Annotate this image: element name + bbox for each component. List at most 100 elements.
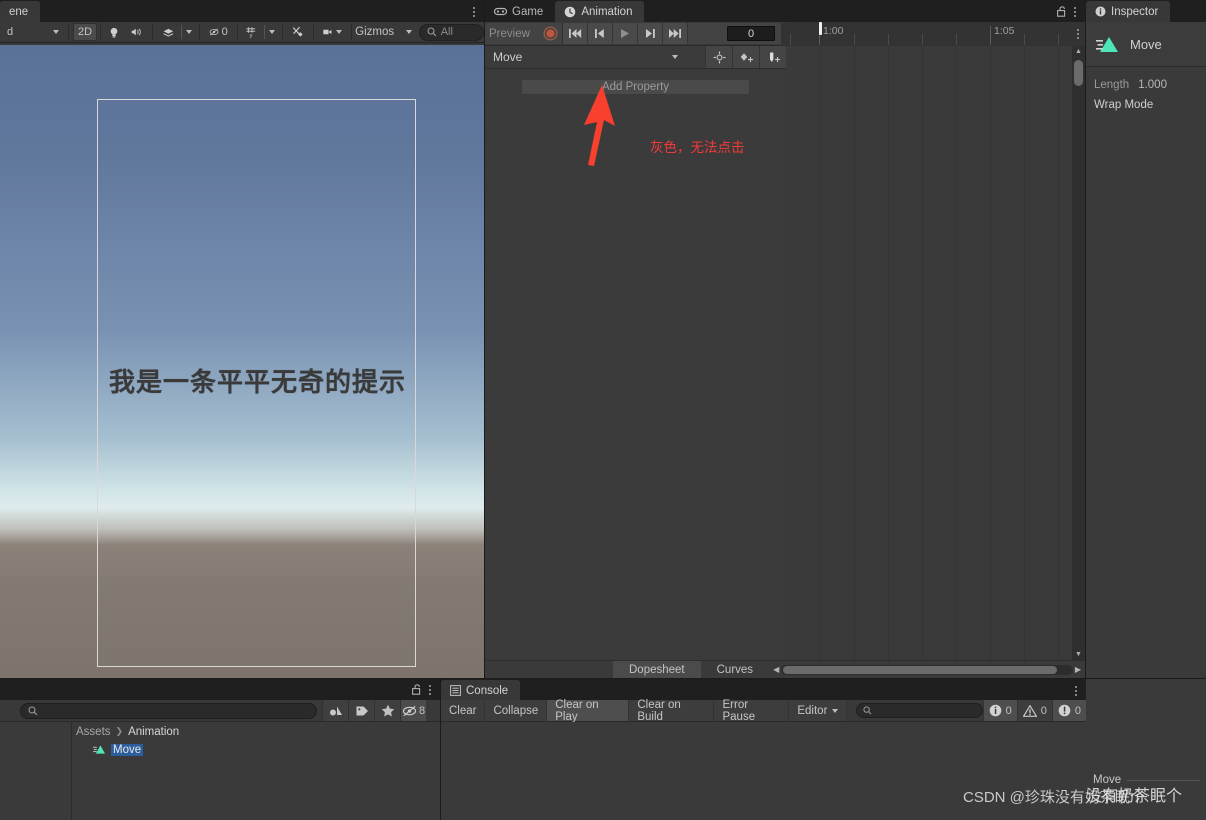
gizmos-button[interactable]: Gizmos <box>355 23 413 41</box>
project-kebab-icon[interactable] <box>428 683 432 697</box>
warning-count: 0 <box>1040 704 1047 717</box>
add-event-button[interactable] <box>759 46 786 68</box>
first-frame-button[interactable] <box>563 23 588 44</box>
console-search-input[interactable] <box>856 703 983 718</box>
hscroll-track[interactable] <box>781 664 1073 675</box>
tab-dopesheet[interactable]: Dopesheet <box>613 661 701 678</box>
lock-open-icon[interactable] <box>1057 6 1066 17</box>
length-row: Length 1.000 <box>1094 79 1198 91</box>
shading-mode-dropdown[interactable]: d <box>0 23 65 41</box>
scroll-left-arrow[interactable]: ◀ <box>773 665 779 674</box>
project-folder-tree[interactable] <box>0 722 72 820</box>
camera-settings-button[interactable] <box>317 23 348 41</box>
project-search-input[interactable] <box>20 702 317 719</box>
filter-by-label-button[interactable] <box>348 700 374 721</box>
breadcrumb-item-animation[interactable]: Animation <box>128 726 179 738</box>
current-frame-input[interactable]: 0 <box>727 26 775 41</box>
lock-open-icon[interactable] <box>412 684 421 695</box>
timeline-label-2: 1:05 <box>994 25 1015 37</box>
add-keyframe-filter-button[interactable] <box>705 46 732 68</box>
clip-name: Move <box>493 50 523 64</box>
scene-search-input[interactable]: All <box>418 23 484 41</box>
breadcrumb-item-assets[interactable]: Assets <box>76 726 111 738</box>
divider <box>67 24 69 40</box>
scroll-right-arrow[interactable]: ▶ <box>1075 665 1081 674</box>
tab-inspector-label: Inspector <box>1111 5 1159 18</box>
hidden-packages-count: 8 <box>418 704 426 717</box>
divider <box>99 24 101 40</box>
scene-tab-right <box>472 1 484 22</box>
tab-game[interactable]: Game <box>485 1 556 22</box>
animation-mode-bar: Dopesheet Curves ◀ ▶ <box>485 660 1085 678</box>
skip-start-icon <box>569 29 582 38</box>
clear-on-play-label: Clear on Play <box>555 698 599 723</box>
grid-snap-button[interactable]: y <box>240 23 264 41</box>
list-item[interactable]: Move <box>73 741 440 758</box>
clear-on-play-button[interactable]: Clear on Play <box>547 698 630 723</box>
hidden-objects-button[interactable]: 0 <box>203 23 234 41</box>
editor-dropdown[interactable]: Editor <box>789 700 848 721</box>
prev-frame-button[interactable] <box>588 23 613 44</box>
hidden-packages-button[interactable]: 8 <box>400 700 426 721</box>
tab-console[interactable]: Console <box>441 680 521 701</box>
play-button[interactable] <box>613 23 638 44</box>
wrap-mode-row[interactable]: Wrap Mode <box>1094 99 1198 111</box>
last-frame-button[interactable] <box>663 23 688 44</box>
animation-kebab-icon[interactable] <box>1073 5 1077 19</box>
watermark-overlay-text: 没有奶茶眠个 <box>1086 788 1183 805</box>
clear-on-build-label: Clear on Build <box>637 698 681 723</box>
lighting-toggle-button[interactable] <box>103 23 125 41</box>
collapse-button[interactable]: Collapse <box>485 700 548 721</box>
divider <box>350 24 352 40</box>
add-keyframe-button[interactable] <box>732 46 759 68</box>
error-count: 0 <box>1074 704 1082 717</box>
console-kebab-icon[interactable] <box>1074 684 1078 698</box>
tab-inspector[interactable]: Inspector <box>1086 1 1171 22</box>
info-icon <box>1095 6 1106 17</box>
timeline-horizontal-scrollbar[interactable]: ◀ ▶ <box>769 664 1085 676</box>
scroll-up-arrow[interactable]: ▲ <box>1072 46 1085 57</box>
scene-tools-button[interactable] <box>286 23 310 41</box>
clear-button[interactable]: Clear <box>441 700 486 721</box>
star-icon <box>381 704 394 717</box>
target-icon <box>713 51 725 63</box>
tab-scene-label: ene <box>9 5 29 18</box>
search-icon <box>28 705 38 715</box>
tab-scene[interactable]: ene <box>0 1 41 22</box>
fx-dropdown[interactable] <box>182 23 196 41</box>
fx-toggle-button[interactable] <box>156 23 181 41</box>
eye-off-icon <box>209 28 218 36</box>
game-view-render[interactable]: 我是一条平平无奇的提示 <box>0 45 484 678</box>
project-asset-list: Assets ❯ Animation Move <box>73 722 440 820</box>
timeline-ruler[interactable]: 1:00 1:05 <box>786 22 1071 46</box>
error-pause-button[interactable]: Error Pause <box>714 699 790 723</box>
project-toolbar: 8 <box>0 700 440 722</box>
chevron-down-icon <box>335 30 342 34</box>
grid-snap-dropdown[interactable] <box>265 23 279 41</box>
error-count-toggle[interactable]: 0 <box>1051 700 1087 721</box>
warning-count-toggle[interactable]: 0 <box>1016 700 1052 721</box>
animation-vertical-scrollbar[interactable]: ▲ ▼ <box>1072 46 1085 660</box>
inspector-asset-header: Move <box>1086 22 1206 67</box>
scene-kebab-icon[interactable] <box>472 5 476 19</box>
hidden-objects-count: 0 <box>221 26 228 38</box>
clip-dropdown[interactable]: Move <box>485 46 685 68</box>
scroll-down-arrow[interactable]: ▼ <box>1072 649 1085 660</box>
favorites-button[interactable] <box>374 700 400 721</box>
tab-animation[interactable]: Animation <box>555 1 645 22</box>
record-button[interactable] <box>538 23 563 44</box>
animation-panel: Game Animation Preview 0 Move Add Proper… <box>485 0 1085 678</box>
log-count-toggle[interactable]: 0 <box>982 700 1017 721</box>
audio-toggle-button[interactable] <box>125 23 149 41</box>
vscroll-thumb[interactable] <box>1074 60 1083 86</box>
clear-on-build-button[interactable]: Clear on Build <box>629 698 715 723</box>
timeline-playhead[interactable] <box>819 22 822 35</box>
timeline-kebab-icon[interactable] <box>1071 22 1085 46</box>
timeline-canvas[interactable] <box>786 46 1071 660</box>
next-frame-button[interactable] <box>638 23 663 44</box>
tab-curves[interactable]: Curves <box>700 661 770 678</box>
hscroll-thumb[interactable] <box>783 665 1058 674</box>
filter-by-type-button[interactable] <box>322 700 348 721</box>
toggle-2d-button[interactable]: 2D <box>73 23 97 41</box>
preview-button[interactable]: Preview <box>485 23 538 44</box>
